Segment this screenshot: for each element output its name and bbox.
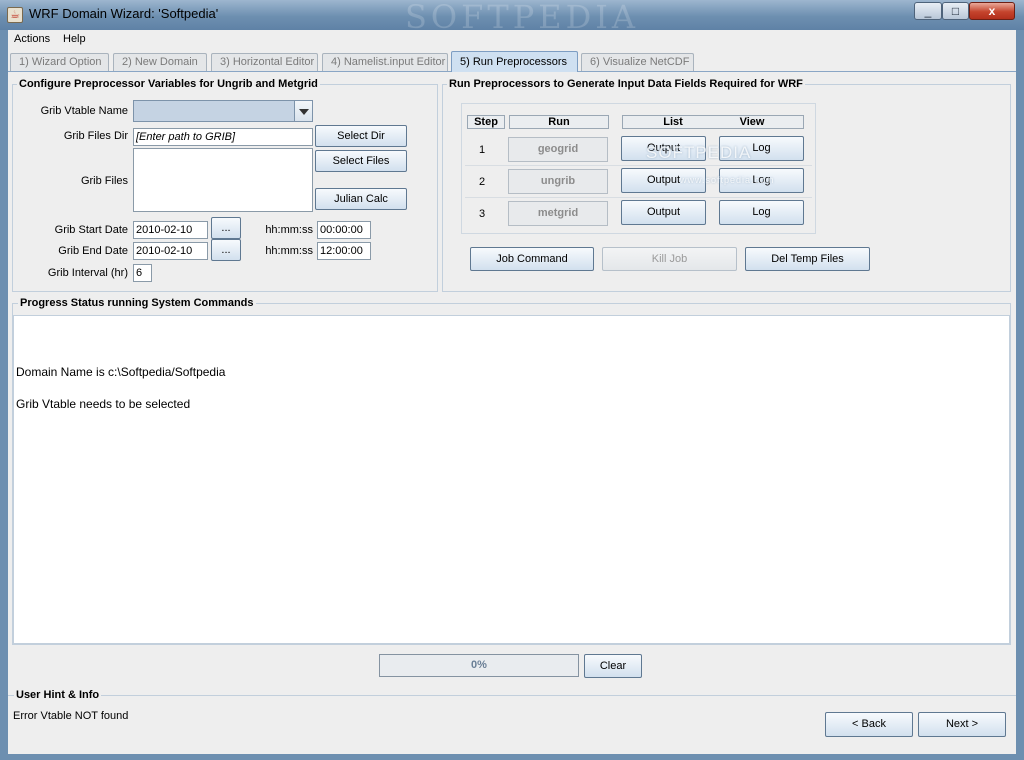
console-line: Grib Vtable needs to be selected (16, 397, 191, 411)
title-bar: ☕ WRF Domain Wizard: 'Softpedia' SOFTPED… (0, 0, 1024, 36)
menu-bar: Actions Help (8, 30, 1016, 50)
end-date-picker-button[interactable]: ... (211, 239, 241, 261)
tab-run-preprocessors[interactable]: 5) Run Preprocessors (451, 51, 578, 72)
menu-actions[interactable]: Actions (14, 33, 50, 45)
configure-panel: Configure Preprocessor Variables for Ung… (12, 78, 438, 292)
log-metgrid-button[interactable]: Log (719, 200, 804, 225)
select-files-button[interactable]: Select Files (315, 150, 407, 172)
run-panel-title: Run Preprocessors to Generate Input Data… (447, 78, 805, 90)
tab-horizontal-editor[interactable]: 3) Horizontal Editor (211, 53, 318, 71)
end-time-input[interactable]: 12:00:00 (317, 242, 371, 260)
progress-bar: 0% (379, 654, 579, 677)
java-app-icon: ☕ (7, 7, 23, 23)
grib-dir-input[interactable]: [Enter path to GRIB] (133, 128, 313, 146)
run-ungrib-button[interactable]: ungrib (508, 169, 608, 194)
minimize-button[interactable]: _ (914, 2, 942, 20)
step-header: Step (467, 115, 505, 129)
run-panel: Run Preprocessors to Generate Input Data… (442, 78, 1011, 292)
row-divider (465, 197, 812, 198)
wizard-tabs: 1) Wizard Option 2) New Domain 3) Horizo… (8, 51, 1016, 72)
kill-job-button[interactable]: Kill Job (602, 247, 737, 271)
step-2: 2 (479, 176, 486, 188)
maximize-button[interactable]: □ (942, 2, 969, 20)
julian-calc-button[interactable]: Julian Calc (315, 188, 407, 210)
files-dir-label: Grib Files Dir (63, 130, 128, 142)
start-time-input[interactable]: 00:00:00 (317, 221, 371, 239)
step-3: 3 (479, 208, 486, 220)
command-output-area[interactable]: Domain Name is c:\Softpedia/Softpedia Gr… (13, 315, 1010, 644)
interval-input[interactable]: 6 (133, 264, 152, 282)
run-geogrid-button[interactable]: geogrid (508, 137, 608, 162)
end-date-label: Grib End Date (58, 245, 128, 257)
window-client: Actions Help 1) Wizard Option 2) New Dom… (8, 30, 1016, 754)
interval-label: Grib Interval (hr) (47, 267, 128, 279)
chevron-down-icon[interactable] (294, 101, 312, 121)
run-header: Run (509, 115, 609, 129)
progress-status-title: Progress Status running System Commands (18, 297, 256, 309)
start-date-picker-button[interactable]: ... (211, 217, 241, 239)
output-geogrid-button[interactable]: Output (621, 136, 706, 161)
run-table: Step Run List View 1 geogrid Output Log … (461, 103, 816, 234)
del-temp-files-button[interactable]: Del Temp Files (745, 247, 870, 271)
job-command-button[interactable]: Job Command (470, 247, 594, 271)
hint-message: Error Vtable NOT found (13, 710, 129, 722)
tab-wizard-option[interactable]: 1) Wizard Option (10, 53, 109, 71)
vtable-label: Grib Vtable Name (40, 105, 128, 117)
row-divider (465, 165, 812, 166)
tab-new-domain[interactable]: 2) New Domain (113, 53, 207, 71)
grib-files-label: Grib Files (80, 175, 128, 187)
user-hint-title: User Hint & Info (14, 689, 102, 701)
close-button[interactable]: x (969, 2, 1015, 20)
window-title: WRF Domain Wizard: 'Softpedia' (29, 6, 219, 21)
back-button[interactable]: < Back (825, 712, 913, 737)
start-date-input[interactable]: 2010-02-10 (133, 221, 208, 239)
view-header: View (739, 116, 765, 128)
next-button[interactable]: Next > (918, 712, 1006, 737)
vtable-select[interactable] (133, 100, 313, 122)
end-date-input[interactable]: 2010-02-10 (133, 242, 208, 260)
log-ungrib-button[interactable]: Log (719, 168, 804, 193)
console-line: Domain Name is c:\Softpedia/Softpedia (16, 365, 226, 379)
start-date-label: Grib Start Date (54, 224, 128, 236)
grib-files-list[interactable] (133, 148, 313, 212)
configure-panel-title: Configure Preprocessor Variables for Ung… (17, 78, 320, 90)
select-dir-button[interactable]: Select Dir (315, 125, 407, 147)
tab-namelist-editor[interactable]: 4) Namelist.input Editor (322, 53, 448, 71)
log-geogrid-button[interactable]: Log (719, 136, 804, 161)
run-metgrid-button[interactable]: metgrid (508, 201, 608, 226)
end-time-label: hh:mm:ss (265, 245, 313, 257)
tab-visualize-netcdf[interactable]: 6) Visualize NetCDF (581, 53, 694, 71)
start-time-label: hh:mm:ss (265, 224, 313, 236)
clear-button[interactable]: Clear (584, 654, 642, 678)
output-metgrid-button[interactable]: Output (621, 200, 706, 225)
step-1: 1 (479, 144, 486, 156)
menu-help[interactable]: Help (63, 33, 86, 45)
progress-label: 0% (471, 659, 487, 671)
output-ungrib-button[interactable]: Output (621, 168, 706, 193)
